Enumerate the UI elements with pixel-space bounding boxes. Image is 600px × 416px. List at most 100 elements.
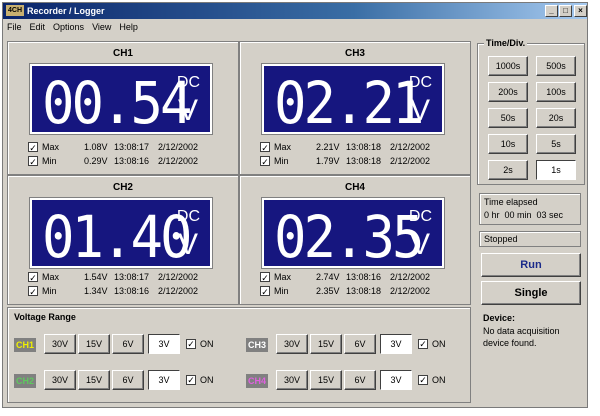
unit-label: V [177, 228, 198, 261]
menu-edit[interactable]: Edit [26, 19, 50, 35]
min-value: 1.79V [316, 156, 340, 166]
time-div-200s[interactable]: 200s [488, 82, 528, 102]
time-div-500s[interactable]: 500s [536, 56, 576, 76]
max-label: Max [274, 142, 292, 152]
run-button[interactable]: Run [481, 253, 581, 277]
min-value: 2.35V [316, 286, 340, 296]
min-checkbox[interactable]: ✓ [28, 286, 38, 297]
ch4-range-30v[interactable]: 30V [276, 370, 308, 390]
channel-panel-ch1: CH1 00.54 DC V ✓ Max 1.08V 13:08:17 2/12… [7, 41, 239, 175]
ch2-range-6v[interactable]: 6V [112, 370, 144, 390]
mode-label: DC [176, 208, 200, 225]
min-checkbox[interactable]: ✓ [260, 286, 270, 297]
ch1-range-6v[interactable]: 6V [112, 334, 144, 354]
menu-help[interactable]: Help [115, 19, 142, 35]
min-date: 2/12/2002 [390, 156, 431, 166]
time-div-20s[interactable]: 20s [536, 108, 576, 128]
max-label: Max [42, 272, 60, 282]
menu-options[interactable]: Options [49, 19, 88, 35]
max-checkbox[interactable]: ✓ [28, 272, 38, 283]
device-message: No data acquisition device found. [483, 326, 560, 348]
ch4-on-label: ON [432, 375, 446, 385]
title-bar[interactable]: 4CH Recorder / Logger _ □ × [3, 3, 587, 19]
ch3-range-3v[interactable]: 3V [380, 334, 412, 354]
ch2-range-3v[interactable]: 3V [148, 370, 180, 390]
ch4-range-3v[interactable]: 3V [380, 370, 412, 390]
min-date: 2/12/2002 [158, 286, 199, 296]
max-value: 1.54V [84, 272, 108, 282]
max-checkbox[interactable]: ✓ [28, 142, 38, 153]
ch3-range-15v[interactable]: 15V [310, 334, 342, 354]
lcd-display: 02.35 DC V [261, 197, 445, 271]
mode-label: DC [176, 74, 200, 91]
max-value: 1.08V [84, 142, 108, 152]
ch3-tag: CH3 [246, 338, 268, 352]
ch4-range-6v[interactable]: 6V [344, 370, 376, 390]
min-time: 13:08:16 [114, 286, 150, 296]
ch2-range-30v[interactable]: 30V [44, 370, 76, 390]
ch2-tag: CH2 [14, 374, 36, 388]
device-title: Device: [483, 313, 516, 323]
min-date: 2/12/2002 [390, 286, 431, 296]
max-row: ✓ Max 1.54V 13:08:17 2/12/2002 [28, 272, 228, 284]
min-label: Min [274, 156, 289, 166]
min-row: ✓ Min 1.79V 13:08:18 2/12/2002 [260, 156, 460, 168]
min-checkbox[interactable]: ✓ [28, 156, 38, 167]
min-value: 1.34V [84, 286, 108, 296]
ch3-range-30v[interactable]: 30V [276, 334, 308, 354]
min-label: Min [274, 286, 289, 296]
time-div-1s[interactable]: 1s [536, 160, 576, 180]
max-time: 13:08:17 [114, 272, 150, 282]
ch4-range-15v[interactable]: 15V [310, 370, 342, 390]
time-elapsed-value: 0 hr 00 min 03 sec [484, 210, 564, 220]
channel-panel-ch4: CH4 02.35 DC V ✓ Max 2.74V 13:08:16 2/12… [239, 175, 471, 305]
lcd-display: 01.40 DC V [29, 197, 213, 270]
maximize-button[interactable]: □ [559, 5, 572, 17]
max-value: 2.21V [316, 142, 340, 152]
voltage-range-panel: Voltage Range CH1 30V 15V 6V 3V ✓ ON CH3… [7, 307, 471, 403]
reading: 00.54 [42, 68, 193, 137]
max-row: ✓ Max 2.74V 13:08:16 2/12/2002 [260, 272, 460, 284]
min-value: 0.29V [84, 156, 108, 166]
max-date: 2/12/2002 [390, 142, 431, 152]
channel-title: CH1 [112, 48, 133, 59]
ch2-range-15v[interactable]: 15V [78, 370, 110, 390]
channel-title: CH2 [112, 182, 133, 193]
ch1-on-label: ON [200, 339, 214, 349]
menu-bar: File Edit Options View Help [3, 19, 587, 35]
ch1-on-checkbox[interactable]: ✓ [186, 339, 196, 349]
max-time: 13:08:17 [114, 142, 150, 152]
min-label: Min [42, 286, 57, 296]
min-time: 13:08:18 [346, 286, 382, 296]
time-div-100s[interactable]: 100s [536, 82, 576, 102]
channel-title: CH3 [344, 48, 365, 59]
ch3-range-6v[interactable]: 6V [344, 334, 376, 354]
time-div-5s[interactable]: 5s [536, 134, 576, 154]
ch4-on-checkbox[interactable]: ✓ [418, 375, 428, 385]
time-div-2s[interactable]: 2s [488, 160, 528, 180]
ch1-range-30v[interactable]: 30V [44, 334, 76, 354]
time-div-50s[interactable]: 50s [488, 108, 528, 128]
time-div-title: Time/Div. [484, 38, 528, 48]
menu-file[interactable]: File [3, 19, 26, 35]
single-button[interactable]: Single [481, 281, 581, 305]
max-date: 2/12/2002 [158, 272, 199, 282]
min-checkbox[interactable]: ✓ [260, 156, 270, 167]
max-checkbox[interactable]: ✓ [260, 142, 270, 153]
ch3-on-checkbox[interactable]: ✓ [418, 339, 428, 349]
max-checkbox[interactable]: ✓ [260, 272, 270, 283]
max-label: Max [42, 142, 60, 152]
lcd-display: 02.21 DC V [261, 63, 445, 137]
reading: 02.35 [274, 202, 425, 271]
time-div-10s[interactable]: 10s [488, 134, 528, 154]
minimize-button[interactable]: _ [545, 5, 558, 17]
reading: 02.21 [274, 68, 425, 137]
ch1-range-3v[interactable]: 3V [148, 334, 180, 354]
max-time: 13:08:18 [346, 142, 382, 152]
time-div-1000s[interactable]: 1000s [488, 56, 528, 76]
lcd-display: 00.54 DC V [29, 63, 213, 137]
menu-view[interactable]: View [88, 19, 115, 35]
ch2-on-checkbox[interactable]: ✓ [186, 375, 196, 385]
close-button[interactable]: × [574, 5, 587, 17]
ch1-range-15v[interactable]: 15V [78, 334, 110, 354]
